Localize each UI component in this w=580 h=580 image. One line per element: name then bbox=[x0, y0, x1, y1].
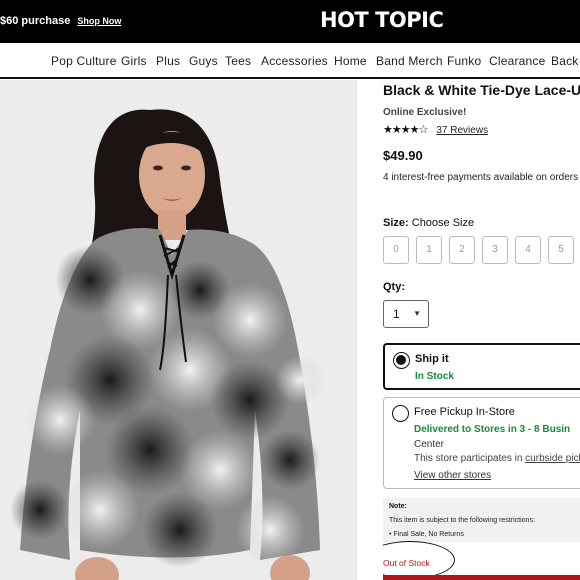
size-option-1[interactable]: 1 bbox=[416, 236, 442, 264]
ship-it-title: Ship it bbox=[415, 353, 449, 365]
model-hoodie-photo bbox=[10, 109, 325, 580]
out-of-stock-status: Out of Stock bbox=[383, 558, 430, 568]
size-option-2[interactable]: 2 bbox=[449, 236, 475, 264]
ship-it-option[interactable]: Ship it In Stock bbox=[383, 343, 580, 390]
size-option-5[interactable]: 5 bbox=[548, 236, 574, 264]
pickup-option[interactable]: Free Pickup In-Store Delivered to Stores… bbox=[383, 397, 580, 489]
size-option-3[interactable]: 3 bbox=[482, 236, 508, 264]
product-price: $49.90 bbox=[383, 148, 423, 163]
nav-item-clearance[interactable]: Clearance bbox=[489, 54, 546, 68]
online-exclusive-badge: Online Exclusive! bbox=[383, 107, 467, 118]
star-rating-icon: ★★★★☆ bbox=[383, 124, 428, 136]
pickup-center: Center bbox=[414, 439, 445, 450]
ship-it-status: In Stock bbox=[415, 371, 454, 382]
nav-item-guys[interactable]: Guys bbox=[189, 54, 218, 68]
nav-item-tees[interactable]: Tees bbox=[225, 54, 251, 68]
add-to-bag-button[interactable] bbox=[383, 575, 580, 580]
pickup-participates-text: This store participates in bbox=[414, 453, 523, 464]
size-label: Size: Choose Size bbox=[383, 217, 474, 229]
curbside-pickup-link[interactable]: curbside pick bbox=[525, 453, 580, 464]
product-info: Black & White Tie-Dye Lace-Up Online Exc… bbox=[383, 80, 580, 580]
qty-label: Qty: bbox=[383, 281, 405, 293]
installments-text: 4 interest-free payments available on or… bbox=[383, 172, 580, 183]
pickup-radio[interactable] bbox=[392, 405, 409, 422]
nav-item-pop-culture[interactable]: Pop Culture bbox=[51, 54, 117, 68]
nav-item-back-to[interactable]: Back To bbox=[551, 54, 580, 68]
qty-select[interactable]: 1 ▼ bbox=[383, 300, 429, 328]
nav-item-band-merch[interactable]: Band Merch bbox=[376, 54, 443, 68]
view-other-stores-link[interactable]: View other stores bbox=[414, 470, 491, 481]
pickup-title: Free Pickup In-Store bbox=[414, 406, 515, 418]
rating: ★★★★☆ 37 Reviews bbox=[383, 123, 488, 136]
promo-text: $60 purchase Shop Now bbox=[0, 15, 121, 27]
note-text: This item is subject to the following re… bbox=[389, 517, 535, 524]
promo-message: $60 purchase bbox=[0, 15, 71, 27]
shop-now-link[interactable]: Shop Now bbox=[77, 16, 121, 26]
nav-item-girls[interactable]: Girls bbox=[121, 54, 147, 68]
pickup-participates: This store participates in curbside pick bbox=[414, 453, 580, 464]
size-label-value: Choose Size bbox=[411, 217, 475, 229]
reviews-link[interactable]: 37 Reviews bbox=[436, 125, 488, 136]
nav-item-plus[interactable]: Plus bbox=[156, 54, 180, 68]
main-nav: Pop Culture Girls Plus Guys Tees Accesso… bbox=[0, 43, 580, 79]
qty-value: 1 bbox=[393, 307, 400, 321]
ship-it-radio[interactable] bbox=[393, 352, 410, 369]
size-option-0[interactable]: 0 bbox=[383, 236, 409, 264]
nav-item-home[interactable]: Home bbox=[334, 54, 367, 68]
note-title: Note: bbox=[389, 503, 407, 510]
nav-item-accessories[interactable]: Accessories bbox=[261, 54, 328, 68]
pickup-delivery: Delivered to Stores in 3 - 8 Busin bbox=[414, 424, 571, 435]
size-label-key: Size: bbox=[383, 217, 409, 229]
note-item: • Final Sale, No Returns bbox=[389, 531, 464, 538]
promo-bar: $60 purchase Shop Now HOT TOPIC bbox=[0, 0, 580, 43]
product-image[interactable] bbox=[0, 80, 357, 580]
size-option-4[interactable]: 4 bbox=[515, 236, 541, 264]
restriction-note: Note: This item is subject to the follow… bbox=[383, 498, 580, 542]
hot-topic-logo[interactable]: HOT TOPIC bbox=[320, 8, 444, 32]
nav-item-funko[interactable]: Funko bbox=[447, 54, 481, 68]
product-title: Black & White Tie-Dye Lace-Up bbox=[383, 82, 580, 98]
chevron-down-icon: ▼ bbox=[413, 309, 421, 318]
